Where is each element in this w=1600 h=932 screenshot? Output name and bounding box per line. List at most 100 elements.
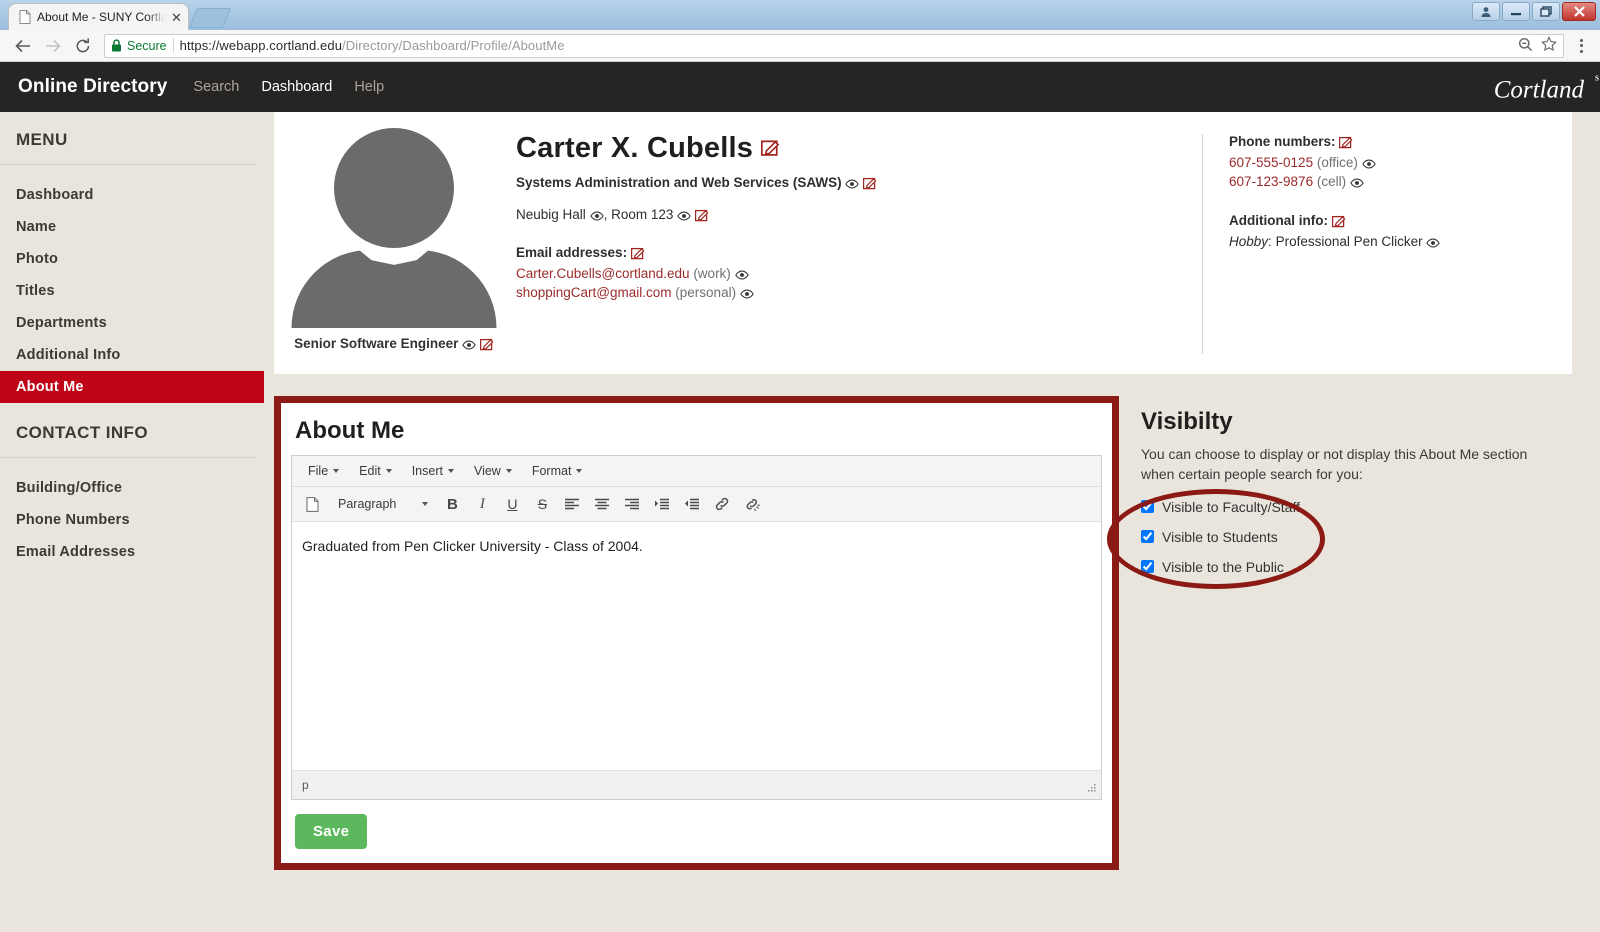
editor-statusbar: p [292,770,1101,799]
indent-decrease-icon[interactable] [678,491,706,517]
window-controls [1472,2,1596,21]
visibility-options: Visible to Faculty/Staff Visible to Stud… [1141,499,1572,575]
avatar [291,128,497,328]
room-eye-icon[interactable] [677,209,691,224]
email-block-label-row: Email addresses: [516,245,1202,263]
visibility-checkbox-faculty-staff[interactable] [1141,500,1154,514]
visibility-option-students[interactable]: Visible to Students [1141,529,1572,545]
building-eye-icon[interactable] [589,209,604,224]
align-center-icon[interactable] [588,491,616,517]
nav-link-dashboard[interactable]: Dashboard [261,79,332,95]
omnibox-actions [1518,36,1557,55]
email-block: Email addresses: Carter.Cubells@cortland… [516,245,1202,302]
phone-type: (office) [1316,155,1358,170]
bold-icon[interactable]: B [438,491,466,517]
phone-number[interactable]: 607-123-9876 [1229,174,1313,189]
email-address[interactable]: shoppingCart@gmail.com [516,285,672,300]
site-brand[interactable]: Online Directory [18,76,167,98]
visibility-checkbox-students[interactable] [1141,530,1154,544]
reload-button[interactable] [68,31,98,61]
lock-icon [112,39,121,52]
indent-increase-icon[interactable] [648,491,676,517]
department-text: Systems Administration and Web Services … [516,175,842,190]
editor-menu-insert[interactable]: Insert [402,461,464,481]
align-left-icon[interactable] [558,491,586,517]
tab-close-icon[interactable]: ✕ [171,11,182,24]
email-address[interactable]: Carter.Cubells@cortland.edu [516,266,690,281]
editor-menu-file[interactable]: File [298,461,349,481]
sidebar-item-phone-numbers[interactable]: Phone Numbers [0,504,264,536]
editor-menu-format[interactable]: Format [522,461,593,481]
sidebar-item-additional-info[interactable]: Additional Info [0,339,264,371]
phone-type: (cell) [1316,174,1347,189]
browser-tab[interactable]: About Me - SUNY Cortland ✕ [8,3,189,30]
editor-resize-handle[interactable] [1086,782,1098,797]
additional-eye-icon[interactable] [1426,236,1441,251]
tab-strip: About Me - SUNY Cortland ✕ [0,0,231,30]
format-select[interactable]: Paragraph [328,497,436,511]
visibility-option-public[interactable]: Visible to the Public [1141,559,1572,575]
sidebar-item-dashboard[interactable]: Dashboard [0,179,264,211]
editor-menu-view[interactable]: View [464,461,522,481]
edit-phones-pencil-icon[interactable] [1339,136,1353,152]
edit-pencil-icon[interactable] [479,338,494,354]
site-header: Online Directory Search Dashboard Help S… [0,62,1600,112]
sidebar-item-titles[interactable]: Titles [0,275,264,307]
additional-info-row: Hobby: Professional Pen Clicker [1229,234,1572,251]
new-document-icon[interactable] [298,491,326,517]
underline-icon[interactable]: U [498,491,526,517]
edit-name-pencil-icon[interactable] [761,132,780,165]
sidebar-item-departments[interactable]: Departments [0,307,264,339]
forward-button[interactable] [38,31,68,61]
address-bar[interactable]: Secure https://webapp.cortland.edu/Direc… [104,33,1564,58]
sidebar-menu-list: Dashboard Name Photo Titles Departments … [0,165,264,407]
editor-content-area[interactable]: Graduated from Pen Clicker University - … [292,522,1101,770]
visibility-checkbox-public[interactable] [1141,560,1154,574]
restore-button[interactable] [1532,2,1560,21]
back-button[interactable] [8,31,38,61]
visibility-label-public: Visible to the Public [1162,558,1284,575]
visibility-eye-icon[interactable] [462,338,476,353]
main-content: Senior Software Engineer Carter X. Cubel… [264,112,1600,932]
sidebar-item-about-me[interactable]: About Me [0,371,264,403]
phone-number[interactable]: 607-555-0125 [1229,155,1313,170]
browser-menu-button[interactable] [1570,33,1592,59]
align-right-icon[interactable] [618,491,646,517]
sidebar-item-name[interactable]: Name [0,211,264,243]
additional-info-block: Additional info: Hobby: Professional Pen… [1229,213,1572,251]
email-eye-icon[interactable] [734,268,749,283]
new-tab-button[interactable] [188,8,231,28]
sidebar-item-email-addresses[interactable]: Email Addresses [0,536,264,568]
sidebar-item-building-office[interactable]: Building/Office [0,472,264,504]
nav-link-help[interactable]: Help [354,79,384,95]
location-row: Neubig Hall , Room 123 [516,207,1202,225]
insert-link-icon[interactable] [708,491,736,517]
edit-additional-pencil-icon[interactable] [1331,215,1346,231]
remove-link-icon[interactable] [738,491,766,517]
save-button[interactable]: Save [295,814,368,849]
edit-emails-pencil-icon[interactable] [630,247,645,263]
email-eye-icon[interactable] [740,287,754,302]
editor-menu-edit[interactable]: Edit [349,461,402,481]
edit-department-pencil-icon[interactable] [863,177,877,193]
close-button[interactable] [1562,2,1596,21]
editor-element-path: p [302,778,309,792]
visibility-label-faculty-staff: Visible to Faculty/Staff [1162,498,1300,515]
italic-icon[interactable]: I [468,491,496,517]
user-profile-button[interactable] [1472,2,1500,21]
job-title-line: Senior Software Engineer [284,336,504,354]
phone-eye-icon[interactable] [1350,176,1364,191]
zoom-out-icon[interactable] [1518,37,1533,55]
strikethrough-icon[interactable]: S [528,491,556,517]
secure-indicator: Secure [111,39,167,53]
minimize-button[interactable] [1502,2,1530,21]
sidebar-item-photo[interactable]: Photo [0,243,264,275]
edit-location-pencil-icon[interactable] [694,209,709,225]
bookmark-star-icon[interactable] [1541,36,1557,55]
department-eye-icon[interactable] [845,177,860,192]
phone-eye-icon[interactable] [1361,157,1376,172]
nav-link-search[interactable]: Search [193,79,239,95]
visibility-option-faculty-staff[interactable]: Visible to Faculty/Staff [1141,499,1572,515]
editor-menu-format-label: Format [531,464,572,478]
url-path: /Directory/Dashboard/Profile/AboutMe [342,38,565,53]
